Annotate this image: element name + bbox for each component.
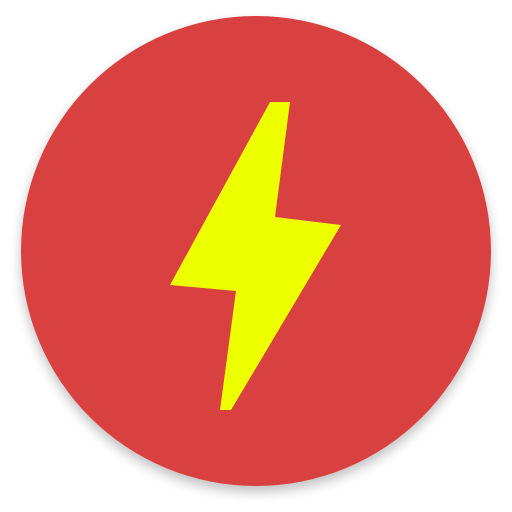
app-icon-stage bbox=[0, 0, 512, 512]
app-icon bbox=[21, 16, 491, 486]
